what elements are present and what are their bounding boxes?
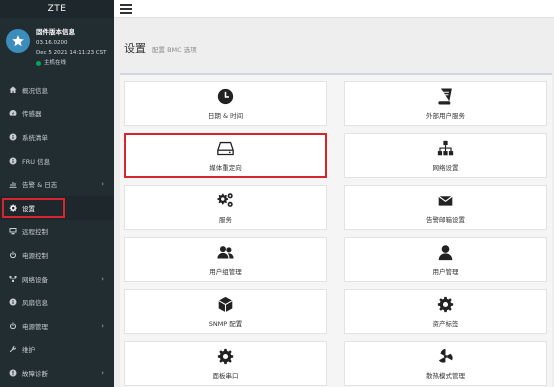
hamburger-menu-icon[interactable] <box>120 4 132 14</box>
card-label: 散热模式管理 <box>426 371 465 380</box>
card-external-user-services[interactable]: 外部用户服务 <box>344 81 547 126</box>
card-label: 面板串口 <box>212 371 239 380</box>
sidebar-menu: 概况信息 传感器 系统清单 FRU 信息 告警 & 日志 › 设置 远程控制 电… <box>0 78 114 385</box>
sidebar: ZTE 固件版本信息 03.16.0200 Dec 5 2021 14:11:2… <box>0 0 114 387</box>
top-navbar <box>114 0 554 18</box>
chevron-right-icon: › <box>101 368 104 377</box>
card-alert-email-settings[interactable]: 告警邮箱设置 <box>344 185 547 230</box>
sidebar-item-maintenance[interactable]: 维护 <box>0 338 114 362</box>
card-label: 用户组管理 <box>209 267 242 276</box>
book-icon <box>437 88 455 106</box>
card-snmp-config[interactable]: SNMP 配置 <box>124 289 327 334</box>
drive-icon <box>217 140 235 158</box>
chevron-right-icon: › <box>101 180 104 189</box>
sidebar-item-sensors[interactable]: 传感器 <box>0 102 114 126</box>
main-content: 设置 配置 BMC 选项 日期 & 时间 外部用户服务 媒体重定向 网络设置 服… <box>114 18 554 387</box>
page-subtitle: 配置 BMC 选项 <box>152 46 197 54</box>
card-label: 网络设置 <box>432 163 459 172</box>
wrench-icon <box>8 344 18 354</box>
card-services[interactable]: 服务 <box>124 185 327 230</box>
card-label: 告警邮箱设置 <box>426 215 465 224</box>
sidebar-item-power-management[interactable]: 电源管理 › <box>0 314 114 338</box>
card-network-settings[interactable]: 网络设置 <box>344 133 547 178</box>
card-label: 资产标签 <box>432 319 459 328</box>
sidebar-item-label: 电源控制 <box>22 251 48 260</box>
dashboard-icon <box>8 108 18 118</box>
sidebar-item-label: 维护 <box>22 346 35 355</box>
gears-icon <box>217 192 235 210</box>
gear-icon <box>217 348 235 366</box>
page-title: 设置 <box>124 42 146 55</box>
cube-icon <box>217 296 235 314</box>
monitor-icon <box>8 226 18 236</box>
envelope-icon <box>437 192 455 210</box>
sitemap-icon <box>437 140 455 158</box>
sidebar-item-label: 告警 & 日志 <box>22 181 58 190</box>
card-date-time[interactable]: 日期 & 时间 <box>124 81 327 126</box>
sidebar-item-remote-control[interactable]: 远程控制 <box>0 220 114 244</box>
sidebar-item-label: FRU 信息 <box>22 157 51 166</box>
sidebar-item-label: 远程控制 <box>22 228 48 237</box>
sidebar-item-diagnostics[interactable]: 故障诊断 › <box>0 361 114 385</box>
host-status-label: 主机在线 <box>44 60 67 66</box>
card-user-group-management[interactable]: 用户组管理 <box>124 237 327 282</box>
sidebar-item-label: 故障诊断 <box>22 369 48 378</box>
card-label: 服务 <box>219 215 232 224</box>
users-icon <box>217 244 235 262</box>
host-status: 主机在线 <box>36 58 110 68</box>
sidebar-item-label: 概况信息 <box>22 86 48 95</box>
chevron-right-icon: › <box>101 274 104 283</box>
brand-logo[interactable]: ZTE <box>0 0 114 18</box>
settings-highlight-box <box>2 198 65 218</box>
card-label: 外部用户服务 <box>426 111 465 120</box>
firmware-date: Dec 5 2021 14:11:23 CST <box>36 50 107 56</box>
settings-panel: 日期 & 时间 外部用户服务 媒体重定向 网络设置 服务 告警邮箱设置 用户组管… <box>120 73 552 387</box>
sidebar-item-power-control[interactable]: 电源控制 <box>0 243 114 267</box>
page-header: 设置 配置 BMC 选项 <box>124 40 197 56</box>
sidebar-item-alarms-logs[interactable]: 告警 & 日志 › <box>0 172 114 196</box>
online-dot-icon <box>36 60 41 66</box>
home-icon <box>8 85 18 95</box>
sidebar-item-inventory[interactable]: 系统清单 <box>0 125 114 149</box>
radiation-icon <box>437 348 455 366</box>
card-asset-tag[interactable]: 资产标签 <box>344 289 547 334</box>
card-label: 日期 & 时间 <box>207 111 244 120</box>
power-icon <box>8 250 18 260</box>
star-icon <box>12 35 24 47</box>
card-user-management[interactable]: 用户管理 <box>344 237 547 282</box>
gear-icon <box>437 296 455 314</box>
sidebar-item-network-devices[interactable]: 网络设备 › <box>0 267 114 291</box>
sidebar-item-fru[interactable]: FRU 信息 <box>0 149 114 173</box>
sidebar-item-label: 传感器 <box>22 110 42 119</box>
bar-chart-icon <box>8 179 18 189</box>
sidebar-item-overview[interactable]: 概况信息 <box>0 78 114 102</box>
firmware-version: 03.16.0200 <box>36 40 68 46</box>
card-cooling-mode-management[interactable]: 散热模式管理 <box>344 341 547 386</box>
card-label: 用户管理 <box>432 267 459 276</box>
card-media-redirection[interactable]: 媒体重定向 <box>124 133 327 178</box>
user-panel: 固件版本信息 03.16.0200 Dec 5 2021 14:11:23 CS… <box>0 18 114 78</box>
user-icon <box>437 244 455 262</box>
sidebar-item-fan-info[interactable]: 风扇信息 <box>0 290 114 314</box>
sidebar-item-label: 系统清单 <box>22 133 48 142</box>
sidebar-item-label: 风扇信息 <box>22 299 48 308</box>
diagnose-icon <box>8 368 18 378</box>
info-icon <box>8 132 18 142</box>
power-plug-icon <box>8 321 18 331</box>
firmware-title: 固件版本信息 <box>36 28 75 36</box>
card-panel-serial-port[interactable]: 面板串口 <box>124 341 327 386</box>
info-icon <box>8 156 18 166</box>
sidebar-item-label: 网络设备 <box>22 275 48 284</box>
chevron-right-icon: › <box>101 321 104 330</box>
network-icon <box>8 274 18 284</box>
card-label: SNMP 配置 <box>208 319 243 328</box>
sidebar-item-label: 电源管理 <box>22 322 48 331</box>
avatar <box>6 29 30 53</box>
clock-icon <box>217 88 235 106</box>
info-icon <box>8 297 18 307</box>
card-label: 媒体重定向 <box>209 163 242 172</box>
